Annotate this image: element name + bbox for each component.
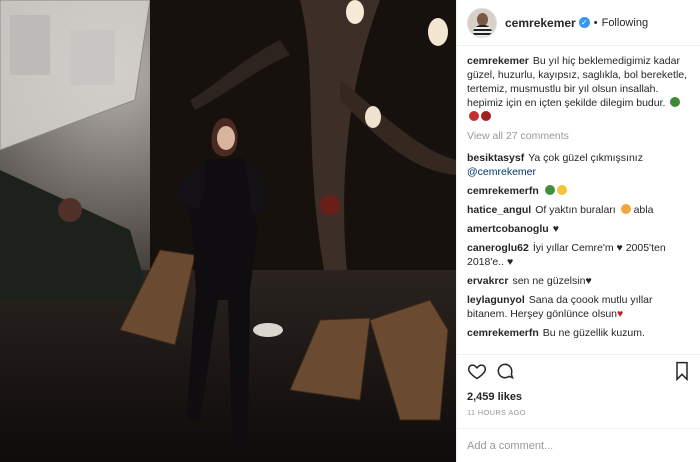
comment-text: Ya çok güzel çıkmışsınız — [528, 152, 643, 164]
comment-item: cemrekemerfn Bu ne güzellik kuzum. — [467, 326, 690, 340]
comment-username[interactable]: leylagunyol — [467, 294, 525, 306]
comment-text-suffix: abla — [633, 204, 654, 216]
heart-icon[interactable] — [467, 361, 487, 386]
comment-item: hatice_angul Of yaktın buraları abla — [467, 203, 690, 217]
comment-item: cemrekemerfn — [467, 184, 690, 198]
heart-emoji-icon — [481, 111, 491, 121]
comment-username[interactable]: hatice_angul — [467, 204, 531, 216]
comment-username[interactable]: amertcobanoglu — [467, 223, 549, 235]
tree-icon — [670, 97, 681, 107]
ornament-icon — [469, 111, 479, 121]
red-heart-icon: ♥ — [617, 308, 624, 320]
mention-link[interactable]: @cemrekemer — [467, 166, 536, 178]
post-timestamp: 11 HOURS AGO — [467, 408, 526, 417]
comment-item: leylagunyol Sana da çoook mutlu yıllar bi… — [467, 293, 690, 321]
comment-username[interactable]: ervakrcr — [467, 275, 508, 287]
black-heart-icon: ♥ — [585, 275, 592, 287]
comment-item: caneroglu62 İyi yıllar Cemre'm ♥ 2005'ten… — [467, 241, 690, 269]
comment-username[interactable]: cemrekemerfn — [467, 327, 539, 339]
verified-icon: ✓ — [578, 17, 590, 28]
black-heart-icon: ♥ — [616, 242, 623, 254]
follow-button[interactable]: Following — [602, 17, 648, 29]
view-all-comments[interactable]: View all 27 comments — [467, 129, 690, 143]
add-comment-input[interactable]: Add a comment... — [457, 428, 700, 462]
caption-username[interactable]: cemrekemer — [467, 55, 529, 67]
post-actions: 2,459 likes 11 HOURS AGO — [457, 354, 700, 417]
bookmark-icon[interactable] — [673, 361, 691, 386]
follow-separator: • — [593, 16, 598, 29]
comment-text: sen ne güzelsin — [512, 275, 586, 287]
comment-text: İyi yıllar Cemre'm — [532, 242, 614, 254]
comment-text: Bu ne güzellik kuzum. — [542, 327, 645, 339]
smile-icon — [556, 185, 567, 195]
heart-eyes-icon — [620, 204, 631, 214]
caption: cemrekemer Bu yıl hiç beklemedigimiz kada… — [467, 54, 690, 124]
avatar[interactable] — [467, 7, 497, 38]
black-heart-icon: ♥ — [552, 223, 559, 235]
black-heart-icon: ♥ — [506, 256, 514, 268]
comment-username[interactable]: besiktasysf — [467, 152, 524, 164]
comment-list: cemrekemer Bu yıl hiç beklemedigimiz kada… — [457, 46, 700, 366]
bouquet-icon — [544, 185, 555, 195]
comment-icon[interactable] — [495, 361, 515, 386]
comment-item: ervakrcr sen ne güzelsin♥ — [467, 274, 690, 288]
like-count[interactable]: 2,459 likes — [467, 391, 691, 403]
post-sidebar: cemrekemer ✓ • Following cemrekemer Bu yı… — [456, 0, 700, 462]
comment-text: Of yaktın buraları — [535, 204, 616, 216]
username-link[interactable]: cemrekemer — [505, 16, 576, 30]
post-photo[interactable] — [0, 0, 456, 462]
post-header: cemrekemer ✓ • Following — [457, 0, 700, 46]
comment-item: amertcobanoglu ♥ — [467, 222, 690, 236]
comment-username[interactable]: cemrekemerfn — [467, 185, 539, 197]
comment-username[interactable]: caneroglu62 — [467, 242, 529, 254]
comment-item: besiktasysf Ya çok güzel çıkmışsınız @cem… — [467, 151, 690, 179]
